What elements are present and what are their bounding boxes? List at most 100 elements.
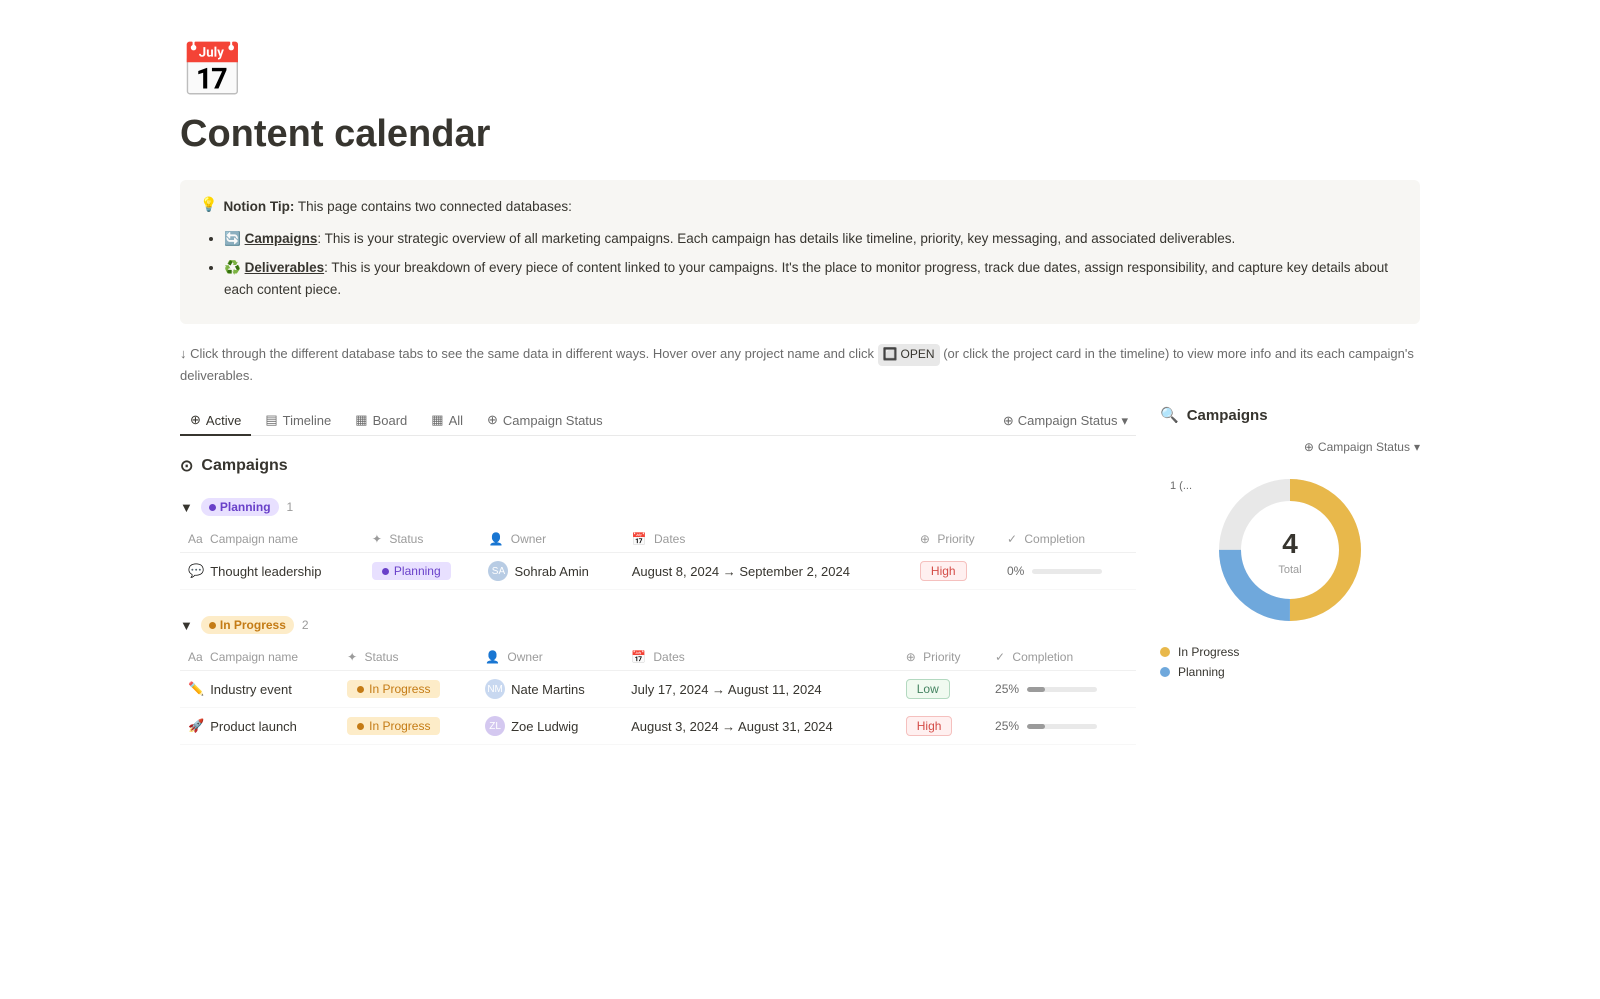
page-icon: 📅 [180, 40, 1420, 101]
completion-col-icon: ✓ [1007, 532, 1017, 546]
completion-icon: ✓ [995, 650, 1005, 664]
tab-board-label: Board [373, 413, 408, 428]
inprogress-dot-2 [357, 723, 364, 730]
badge-label: OPEN [901, 345, 935, 364]
legend-label-inprogress: In Progress [1178, 645, 1239, 659]
legend-item-planning: Planning [1160, 665, 1420, 679]
group-planning: ▼ Planning 1 Aa Campaign name [180, 492, 1136, 590]
inprogress-dot-1 [357, 686, 364, 693]
col-status-planning: ✦ Status [364, 526, 481, 553]
tab-all[interactable]: ▦ All [421, 406, 473, 436]
group-planning-chevron: ▼ [180, 500, 193, 515]
group-planning-label: Planning [220, 500, 271, 514]
tab-campaign-status[interactable]: ⊕ Campaign Status [477, 406, 613, 436]
campaigns-label: Campaigns [245, 231, 318, 246]
tip-text: Notion Tip: This page contains two conne… [223, 196, 571, 218]
completion-pct: 0% [1007, 564, 1024, 578]
priority-pill-high-2: High [906, 716, 953, 736]
status-dot [382, 568, 389, 575]
tab-all-label: All [449, 413, 463, 428]
col-dates-planning: 📅 Dates [624, 526, 912, 553]
industry-emoji: ✏️ [188, 681, 204, 697]
tip-item-deliverables: ♻️ Deliverables: This is your breakdown … [224, 257, 1400, 300]
campaigns-section-icon: ⊙ [180, 456, 193, 476]
group-planning-count: 1 [287, 500, 294, 514]
donut-side-label: 1 (... [1170, 480, 1192, 492]
filter-icon: ⊕ [1003, 413, 1014, 429]
campaigns-icon: 🔄 [224, 231, 241, 246]
group-inprogress-label: In Progress [220, 618, 286, 632]
status-icon: ✦ [347, 650, 357, 664]
industry-dates-cell: July 17, 2024 → August 11, 2024 [623, 671, 898, 708]
main-content: ⊕ Active ▤ Timeline ▦ Board ▦ All ⊕ Ca [180, 406, 1420, 765]
tab-timeline-label: Timeline [283, 413, 332, 428]
industry-status-cell: In Progress [339, 671, 477, 708]
deliverables-icon: ♻️ [224, 260, 241, 275]
tip-list: 🔄 Campaigns: This is your strategic over… [200, 228, 1400, 301]
group-planning-badge: Planning [201, 498, 279, 516]
deliverables-desc: This is your breakdown of every piece of… [224, 260, 1388, 297]
table-row[interactable]: ✏️ Industry event In Progress [180, 671, 1136, 708]
col-campaign-name-planning: Aa Campaign name [180, 526, 364, 553]
priority-col-icon: ⊕ [920, 532, 930, 546]
col-campaign-name-inprogress: Aa Campaign name [180, 644, 339, 671]
group-planning-header[interactable]: ▼ Planning 1 [180, 492, 1136, 522]
legend-item-inprogress: In Progress [1160, 645, 1420, 659]
tabs-bar: ⊕ Active ▤ Timeline ▦ Board ▦ All ⊕ Ca [180, 406, 1136, 436]
all-tab-icon: ▦ [431, 412, 443, 428]
priority-pill-high: High [920, 561, 967, 581]
table-row[interactable]: 🚀 Product launch In Progress [180, 708, 1136, 745]
tabs-right-filter[interactable]: ⊕ Campaign Status ▾ [995, 407, 1136, 435]
completion-cell: 0% [999, 553, 1136, 590]
industry-progress-bar [1027, 687, 1097, 692]
legend-dot-planning [1160, 667, 1170, 677]
right-panel-title: 🔍 Campaigns [1160, 406, 1420, 424]
priority-icon: ⊕ [906, 650, 916, 664]
badge-icon: 🔲 [883, 345, 898, 364]
campaigns-section-title: Campaigns [201, 457, 287, 475]
col-icon-aa: Aa [188, 650, 203, 664]
donut-total-num: 4 [1278, 528, 1301, 560]
donut-chart-wrapper: 1 (... 4 Total [1160, 470, 1420, 685]
inprogress-table-head: Aa Campaign name ✦ Status 👤 Owner [180, 644, 1136, 671]
inprogress-dot [209, 622, 216, 629]
status-pill-planning: Planning [372, 562, 451, 580]
status-cell: Planning [364, 553, 481, 590]
owner-name: Sohrab Amin [514, 564, 588, 579]
campaign-status-filter[interactable]: ⊕ Campaign Status ▾ [1160, 440, 1420, 454]
table-row[interactable]: 💬 Thought leadership Planning [180, 553, 1136, 590]
tab-timeline[interactable]: ▤ Timeline [255, 406, 341, 436]
donut-svg-container: 4 Total [1210, 470, 1370, 633]
product-dates-cell: August 3, 2024 → August 31, 2024 [623, 708, 898, 745]
page-wrapper: 📅 Content calendar 💡 Notion Tip: This pa… [100, 0, 1500, 805]
group-inprogress-header[interactable]: ▼ In Progress 2 [180, 610, 1136, 640]
status-pill-inprogress-1: In Progress [347, 680, 440, 698]
tip-box: 💡 Notion Tip: This page contains two con… [180, 180, 1420, 324]
left-panel: ⊕ Active ▤ Timeline ▦ Board ▦ All ⊕ Ca [180, 406, 1136, 765]
product-status-cell: In Progress [339, 708, 477, 745]
row-emoji: 💬 [188, 563, 204, 579]
tab-active[interactable]: ⊕ Active [180, 406, 251, 436]
col-icon: Aa [188, 532, 203, 546]
product-progress-bar [1027, 724, 1097, 729]
tab-board[interactable]: ▦ Board [345, 406, 417, 436]
tip-bold: Notion Tip: [223, 199, 294, 214]
product-owner-cell: ZL Zoe Ludwig [477, 708, 623, 745]
group-inprogress: ▼ In Progress 2 Aa Campaign name [180, 610, 1136, 745]
owner-avatar-zoe: ZL [485, 716, 505, 736]
col-priority-planning: ⊕ Priority [912, 526, 999, 553]
donut-legend: In Progress Planning [1160, 645, 1420, 685]
inprogress-table: Aa Campaign name ✦ Status 👤 Owner [180, 644, 1136, 745]
planning-table-body: 💬 Thought leadership Planning [180, 553, 1136, 590]
campaign-status-tab-icon: ⊕ [487, 412, 498, 428]
owner-name-zoe: Zoe Ludwig [511, 719, 578, 734]
right-panel: 🔍 Campaigns ⊕ Campaign Status ▾ 1 (... [1160, 406, 1420, 765]
status-col-icon: ✦ [372, 532, 382, 546]
product-completion-cell: 25% [987, 708, 1136, 745]
right-panel-icon: 🔍 [1160, 406, 1179, 424]
chevron-down-icon: ▾ [1121, 413, 1128, 429]
tab-campaign-status-label: Campaign Status [503, 413, 603, 428]
tip-icon: 💡 [200, 196, 217, 213]
owner-avatar: SA [488, 561, 508, 581]
filter-chevron-icon: ▾ [1414, 440, 1420, 454]
